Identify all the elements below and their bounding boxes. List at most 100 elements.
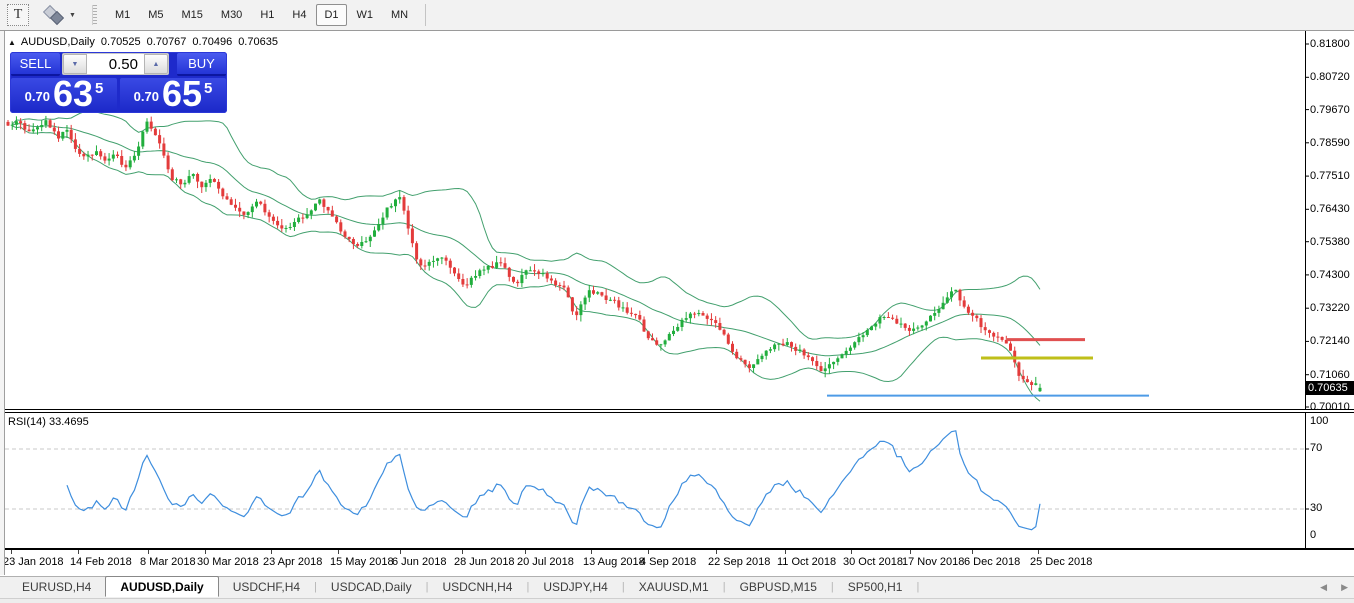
date-tick [851,550,852,554]
date-label: 22 Sep 2018 [708,556,770,568]
date-label: 4 Sep 2018 [640,556,696,568]
date-axis: 23 Jan 2018 14 Feb 2018 8 Mar 201830 Mar 2… [0,550,1354,576]
main-chart-panel: ▲ AUDUSD,Daily 0.70525 0.70767 0.70496 0… [0,31,1354,409]
date-tick [78,550,79,554]
timeframe-button-d1[interactable]: D1 [316,4,346,26]
price-axis-label: 0.74300 [1310,269,1350,281]
date-tick [591,550,592,554]
date-label: 28 Jun 2018 [454,556,515,568]
ohlc-close: 0.70635 [238,36,278,48]
sell-price-button[interactable]: 0.70 63 5 [11,78,117,112]
sell-price-pipette: 5 [95,80,103,97]
timeframe-button-m15[interactable]: M15 [174,4,211,26]
timeframe-button-w1[interactable]: W1 [349,4,382,26]
buy-price-prefix: 0.70 [134,89,159,104]
date-tick [648,550,649,554]
date-label: 15 May 2018 [330,556,394,568]
date-tick [716,550,717,554]
chart-tab-eurusd-h4[interactable]: EURUSD,H4 [8,577,105,597]
date-label: 20 Jul 2018 [517,556,574,568]
rsi-canvas[interactable] [0,413,1354,548]
date-tick [462,550,463,554]
date-tick [785,550,786,554]
date-tick [972,550,973,554]
bollinger-middle-band [12,124,1040,356]
date-label: 13 Aug 2018 [583,556,645,568]
chart-tab-bar: EURUSD,H4AUDUSD,DailyUSDCHF,H4|USDCAD,Da… [0,576,1354,598]
timeframe-button-mn[interactable]: MN [383,4,416,26]
timeframe-buttons: M1M5M15M30H1H4D1W1MN [106,4,417,26]
price-axis-label: 0.81800 [1310,38,1350,50]
top-toolbar: T ▼ M1M5M15M30H1H4D1W1MN [0,0,1354,31]
window-left-border [0,31,5,575]
price-axis-label: 0.79670 [1310,104,1350,116]
timeframe-button-h1[interactable]: H1 [252,4,282,26]
volume-spinner: ▼ ▲ [62,53,169,75]
timeframe-button-m30[interactable]: M30 [213,4,250,26]
date-label: 11 Oct 2018 [777,556,836,568]
date-tick [271,550,272,554]
volume-increase-button[interactable]: ▲ [144,54,168,74]
chart-tab-usdjpy-h4[interactable]: USDJPY,H4 [529,577,621,597]
one-click-trading-panel: SELL ▼ ▲ BUY 0.70 63 5 0.70 65 5 [10,52,227,113]
chart-tab-usdcad-daily[interactable]: USDCAD,Daily [317,577,426,597]
chart-tab-sp500-h1[interactable]: SP500,H1 [834,577,917,597]
date-label: 8 Mar 2018 [140,556,196,568]
price-axis-label: 0.75380 [1310,236,1350,248]
date-label: 14 Feb 2018 [70,556,132,568]
collapse-triangle-icon[interactable]: ▲ [8,38,16,47]
tab-scroll-right-icon[interactable]: ▶ [1341,582,1348,593]
date-label: 30 Mar 2018 [197,556,259,568]
price-axis-label: 0.76430 [1310,203,1350,215]
date-tick [1038,550,1039,554]
buy-price-button[interactable]: 0.70 65 5 [120,78,226,112]
text-tool-button[interactable]: T [7,4,29,26]
chart-tab-gbpusd-m15[interactable]: GBPUSD,M15 [726,577,831,597]
toolbar-separator [425,4,426,26]
timeframe-button-h4[interactable]: H4 [284,4,314,26]
ohlc-open: 0.70525 [101,36,141,48]
date-label: 6 Dec 2018 [964,556,1020,568]
tab-scroll-left-icon[interactable]: ◀ [1320,582,1327,593]
chart-tab-xauusd-m1[interactable]: XAUUSD,M1 [625,577,723,597]
chart-tab-audusd-daily[interactable]: AUDUSD,Daily [105,576,218,597]
volume-decrease-button[interactable]: ▼ [63,54,87,74]
date-tick [525,550,526,554]
status-strip [0,598,1354,603]
rsi-axis-label: 70 [1310,442,1322,454]
date-label: 23 Jan 2018 [3,556,64,568]
price-axis-label: 0.78590 [1310,137,1350,149]
rsi-panel: RSI(14) 33.4695 100 70 30 0 [0,413,1354,548]
price-axis-label: 0.73220 [1310,302,1350,314]
rsi-indicator-label: RSI(14) 33.4695 [8,416,89,428]
chart-tab-usdcnh-h4[interactable]: USDCNH,H4 [428,577,526,597]
timeframe-button-m1[interactable]: M1 [107,4,138,26]
chart-symbol-label: AUDUSD,Daily [21,36,95,48]
ohlc-high: 0.70767 [147,36,187,48]
rsi-axis-label: 30 [1310,502,1322,514]
price-axis-label: 0.71060 [1310,369,1350,381]
chart-tab-usdchf-h4[interactable]: USDCHF,H4 [219,577,314,597]
sell-price-prefix: 0.70 [25,89,50,104]
rsi-line [67,431,1040,530]
date-tick [400,550,401,554]
date-tick [910,550,911,554]
date-tick [11,550,12,554]
buy-price-big: 65 [162,79,202,109]
caret-down-icon: ▼ [69,12,76,19]
date-label: 30 Oct 2018 [843,556,903,568]
toolbar-grip [92,5,97,25]
timeframe-button-m5[interactable]: M5 [140,4,171,26]
price-axis-label: 0.80720 [1310,71,1350,83]
date-label: 25 Dec 2018 [1030,556,1092,568]
buy-price-pipette: 5 [204,80,212,97]
volume-input[interactable] [87,54,144,74]
current-price-badge: 0.70635 [1306,381,1354,395]
ohlc-low: 0.70496 [192,36,232,48]
sell-price-big: 63 [53,79,93,109]
arrow-style-button[interactable]: ▼ [42,4,79,26]
rsi-axis-label: 0 [1310,529,1316,541]
date-label: 6 Jun 2018 [392,556,446,568]
date-tick [205,550,206,554]
rsi-axis-label: 100 [1310,415,1328,427]
